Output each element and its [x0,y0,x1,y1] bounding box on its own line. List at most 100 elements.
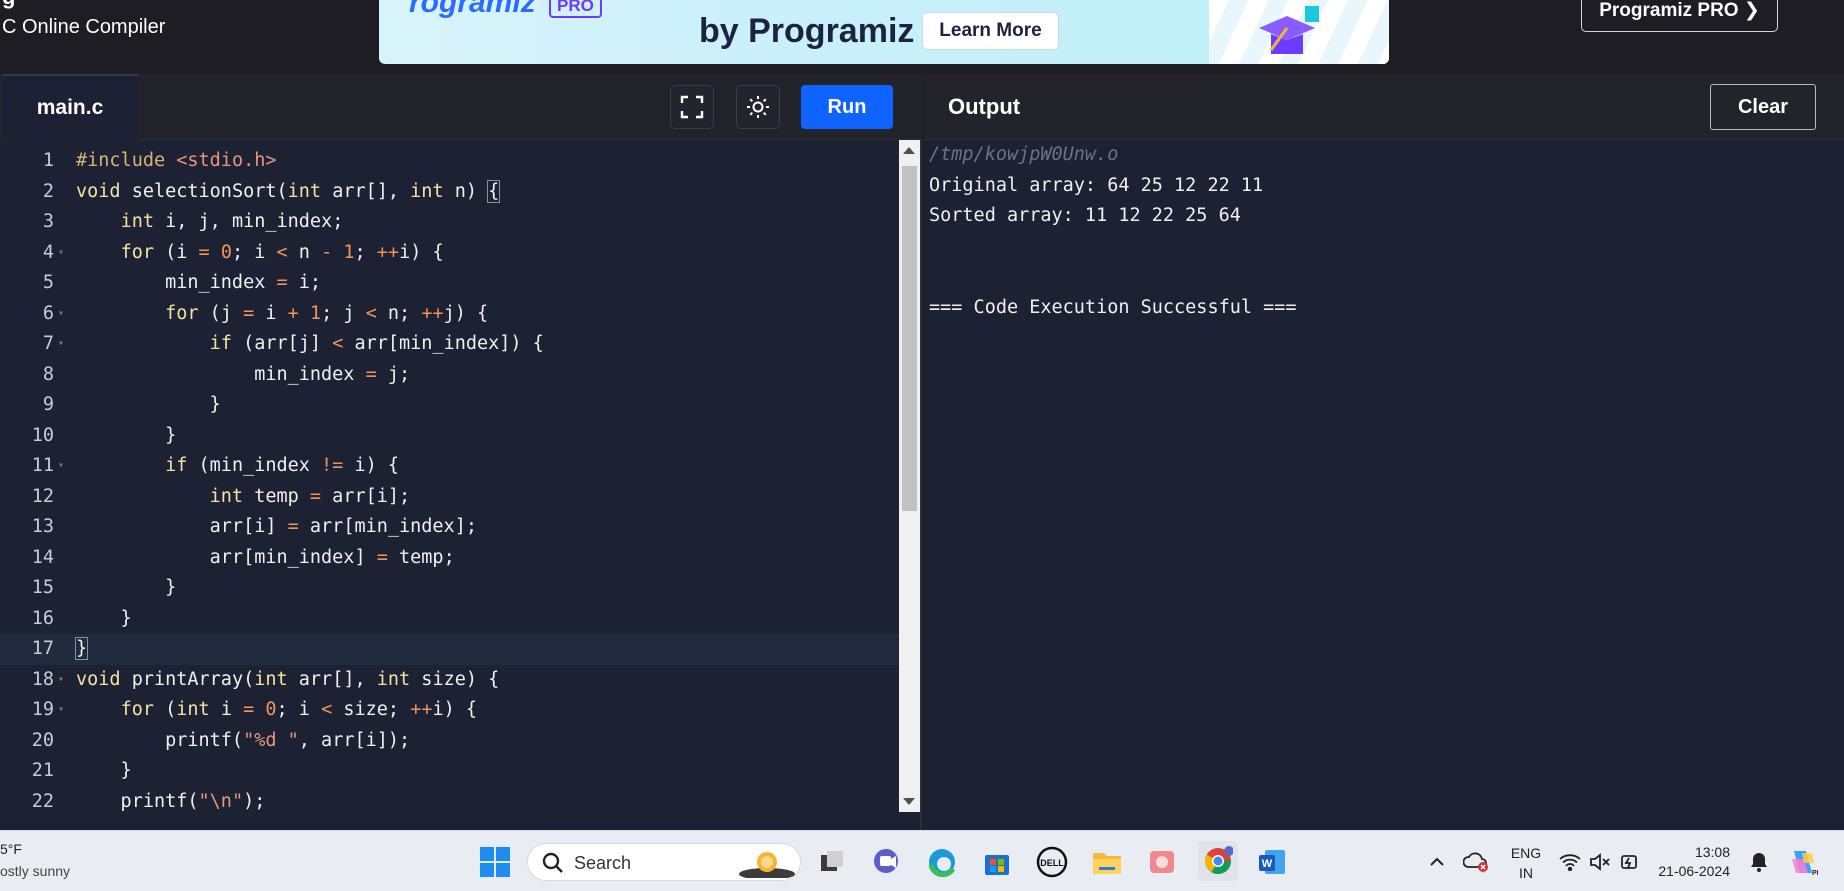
search-highlight-icon [739,852,795,878]
code-line[interactable]: 17} [0,634,898,665]
chevron-up-icon [1430,857,1444,866]
code-text: int i, j, min_index; [120,211,344,232]
taskbar-search[interactable]: Search [527,843,801,881]
dell-icon: DELL [1036,846,1068,878]
notifications-button[interactable] [1742,845,1776,879]
network-button[interactable] [1553,845,1587,879]
copilot-button[interactable]: PRE [1786,845,1820,879]
task-view-button[interactable] [815,845,849,879]
volume-button[interactable] [1583,845,1617,879]
language-indicator-top[interactable]: ENG [1505,845,1547,861]
code-line[interactable]: 16 } [0,604,898,635]
code-line[interactable]: 14 arr[min_index] = temp; [0,543,898,574]
word-button[interactable]: W [1255,845,1289,879]
scroll-up-arrow-icon[interactable] [903,147,915,154]
line-number: 8 [42,363,54,385]
graduation-cap-icon [1259,6,1319,54]
fullscreen-button[interactable] [670,85,714,129]
fold-arrow-icon[interactable]: ▾ [58,238,64,269]
code-line[interactable]: 4 ▾ for (i = 0; i < n - 1; ++i) { [0,238,898,269]
fold-arrow-icon[interactable]: ▾ [58,695,64,726]
microsoft-store-button[interactable] [980,845,1014,879]
programiz-pro-button[interactable]: Programiz PRO ❯ [1581,0,1778,32]
code-line[interactable]: 2 void selectionSort(int arr[], int n) { [0,177,898,208]
scroll-down-arrow-icon[interactable] [903,798,915,805]
code-line[interactable]: 22 printf("\n"); [0,787,898,818]
code-line[interactable]: 11 ▾ if (min_index != i) { [0,451,898,482]
start-button[interactable] [478,845,512,879]
learn-more-button[interactable]: Learn More [922,12,1059,50]
code-text: void printArray(int arr[], int size) { [76,668,500,690]
line-number: 3 [42,211,54,232]
edge-browser-button[interactable] [925,845,959,879]
code-text: } [76,760,132,781]
teams-chat-button[interactable] [870,845,904,879]
line-number: 18 [31,668,54,690]
line-number: 1 [42,150,54,171]
line-number: 21 [31,760,54,781]
line-number: 7 [42,333,54,354]
line-number: 5 [42,272,54,293]
fold-arrow-icon[interactable]: ▾ [58,451,64,482]
language-indicator-bottom[interactable]: IN [1505,865,1547,881]
code-line[interactable]: 15 } [0,573,898,604]
output-line: Original array: 64 25 12 22 11 [929,174,1264,196]
fold-arrow-icon[interactable]: ▾ [58,665,64,696]
tray-overflow-button[interactable] [1420,845,1454,879]
code-line[interactable]: 3 int i, j, min_index; [0,207,898,238]
code-line[interactable]: 13 arr[i] = arr[min_index]; [0,512,898,543]
chrome-browser-button[interactable] [1198,841,1238,881]
tab-main-c[interactable]: main.c [2,74,138,140]
code-line[interactable]: 20 printf("%d ", arr[i]); [0,726,898,757]
snipping-tool-button[interactable] [1145,845,1179,879]
page-subtitle: C Online Compiler [2,16,166,38]
line-number: 4 [42,241,54,263]
code-area[interactable]: 1 #include <stdio.h> 2 void selectionSort(i… [0,140,898,830]
code-text: min_index = j; [76,363,411,385]
line-number: 2 [42,180,54,202]
output-header: Output Clear [924,74,1844,140]
editor-scrollbar[interactable] [899,140,920,812]
line-number: 13 [31,516,54,537]
code-text: printf("\n"); [76,790,266,812]
code-text: #include <stdio.h> [76,150,277,171]
windows-logo-icon [480,847,510,877]
clear-button[interactable]: Clear [1710,84,1816,130]
top-banner: g C Online Compiler rogramiz PRO by Prog… [0,0,1844,74]
code-line[interactable]: 21 } [0,756,898,787]
fold-arrow-icon[interactable]: ▾ [58,299,64,330]
code-line[interactable]: 19 ▾ for (int i = 0; i < size; ++i) { [0,695,898,726]
weather-description[interactable]: ostly sunny [0,863,70,879]
scrollbar-thumb[interactable] [902,166,917,511]
line-number: 17 [31,638,54,659]
code-line[interactable]: 18 ▾ void printArray(int arr[], int size) … [0,665,898,696]
code-line[interactable]: 8 min_index = j; [0,360,898,391]
code-line[interactable]: 9 } [0,390,898,421]
site-brand[interactable]: g [2,0,15,10]
system-clock[interactable]: 13:08 21-06-2024 [1640,843,1730,881]
code-text: } [74,637,89,660]
weather-temperature[interactable]: 5°F [0,841,22,857]
code-text: if (min_index != i) { [165,455,400,476]
code-line[interactable]: 1 #include <stdio.h> [0,146,898,177]
dell-app-button[interactable]: DELL [1035,845,1069,879]
file-explorer-button[interactable] [1090,845,1124,879]
theme-toggle-button[interactable] [736,85,780,129]
code-line[interactable]: 7 ▾ if (arr[j] < arr[min_index]) { [0,329,898,360]
code-line[interactable]: 6 ▾ for (j = i + 1; j < n; ++j) { [0,299,898,330]
line-number: 12 [31,485,54,507]
run-button[interactable]: Run [801,85,893,129]
task-view-icon [821,851,843,871]
advertisement-banner[interactable]: rogramiz PRO by Programiz Learn More [379,0,1389,64]
output-console[interactable]: /tmp/kowjpW0Unw.o Original array: 64 25 1… [929,140,1829,323]
code-line[interactable]: 5 min_index = i; [0,268,898,299]
wifi-icon [1559,854,1581,871]
code-line[interactable]: 12 int temp = arr[i]; [0,482,898,513]
code-text: } [76,394,221,415]
code-text: } [76,577,177,598]
onedrive-status-button[interactable] [1459,845,1493,879]
code-line[interactable]: 10 } [0,421,898,452]
svg-text:PRE: PRE [1812,870,1818,877]
ad-logo: rogramiz [409,0,536,19]
fold-arrow-icon[interactable]: ▾ [58,329,64,360]
